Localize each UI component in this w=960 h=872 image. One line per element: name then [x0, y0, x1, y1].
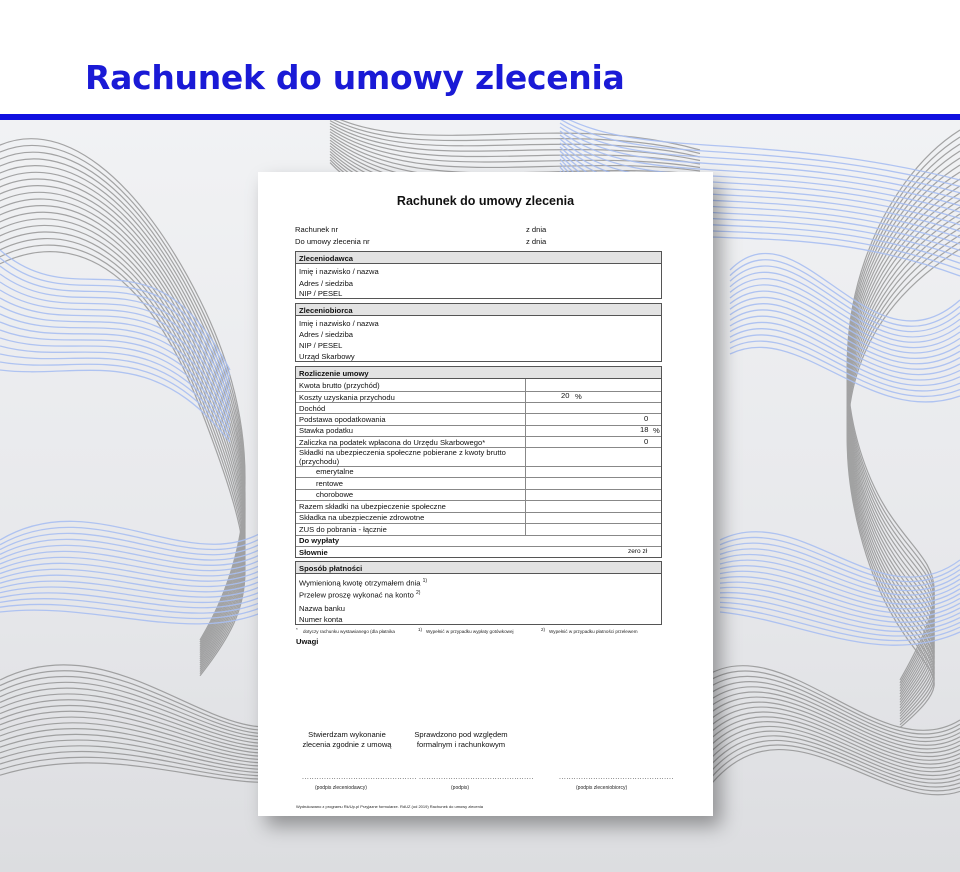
confirm-label-1: Stwierdzam wykonanie: [308, 730, 386, 739]
wave-line: [729, 321, 960, 381]
account-number-label: Numer konta: [299, 615, 343, 624]
client-signature-caption: (podpis zleceniodawcy): [315, 785, 367, 791]
contractor-nip-label: NIP / PESEL: [299, 341, 343, 350]
contractor-signature-caption: (podpis zleceniobiorcy): [576, 785, 628, 791]
footnote-3-mark: 2): [541, 627, 546, 632]
sickness-label: chorobowe: [316, 490, 354, 499]
costs-value: 20: [561, 391, 570, 400]
tax-advance-value: 0: [644, 437, 649, 446]
checked-label-2: formalnym i rachunkowym: [416, 740, 506, 749]
payment-heading: Sposób płatności: [296, 562, 661, 574]
wave-line: [729, 328, 960, 387]
wave-line: [0, 369, 231, 443]
checker-signature-caption: (podpis): [451, 785, 470, 791]
footnote-1-mark: *: [296, 627, 298, 632]
footnote-3: Wypełnić w przypadku płatności przelewem: [549, 629, 638, 634]
page-header: Rachunek do umowy zlecenia: [0, 0, 960, 114]
zus-total-label: ZUS do pobrania - łącznie: [299, 525, 387, 534]
social-contributions-label-1: Składki na ubezpieczenia społeczne pobie…: [299, 448, 506, 457]
wave-line: [699, 721, 960, 773]
client-name-label: Imię i nazwisko / nazwa: [299, 267, 379, 276]
row-divider: [296, 523, 661, 524]
client-address-label: Adres / siedziba: [299, 279, 354, 288]
in-words-label: Słownie: [299, 548, 328, 557]
tax-base-label: Podstawa opodatkowania: [299, 415, 386, 424]
wave-line: [0, 337, 231, 424]
row-divider: [296, 413, 661, 414]
client-section: Zleceniodawca Imię i nazwisko / nazwa Ad…: [295, 251, 662, 299]
footnote-2-mark: 1): [418, 627, 423, 632]
footnote-1: dotyczy rachunku wystawianego (dla płatn…: [303, 629, 395, 634]
row-divider: [296, 391, 661, 392]
document-title: Rachunek do umowy zlecenia: [396, 194, 575, 208]
wave-line: [699, 696, 960, 754]
contractor-tax-office-label: Urząd Skarbowy: [299, 352, 355, 361]
wave-line: [0, 237, 246, 672]
row-divider: [296, 402, 661, 403]
bank-name-label: Nazwa banku: [299, 604, 346, 613]
wave-line: [0, 361, 231, 438]
invoice-number-label: Rachunek nr: [295, 225, 339, 234]
row-divider: [296, 477, 661, 478]
contractor-address-label: Adres / siedziba: [299, 330, 354, 339]
wave-line: [0, 710, 301, 754]
pension-label: emerytalne: [316, 467, 354, 476]
contract-number-label: Do umowy zlecenia nr: [295, 237, 370, 246]
payment-received-label: Wymienioną kwotę otrzymałem dnia 1): [299, 578, 428, 588]
transfer-label: Przelew proszę wykonać na konto 2): [299, 590, 421, 600]
tax-advance-label: Zaliczka na podatek wpłacona do Urzędu S…: [299, 438, 486, 447]
costs-label: Koszty uzyskania przychodu: [299, 393, 395, 402]
tax-rate-unit: %: [653, 426, 660, 435]
row-divider: [296, 500, 661, 501]
settlement-heading: Rozliczenie umowy: [296, 367, 661, 379]
document-sheet: Rachunek do umowy zlecenia Rachunek nr z…: [258, 172, 713, 816]
gross-amount-label: Kwota brutto (przychód): [299, 381, 380, 390]
tax-base-value: 0: [644, 414, 649, 423]
contract-date-label: z dnia: [526, 237, 547, 246]
costs-unit: %: [575, 392, 582, 401]
wave-line: [0, 185, 246, 656]
signature-line-checker: ........................................…: [419, 774, 534, 781]
settlement-section: Rozliczenie umowy Kwota brutto (przychód…: [295, 366, 662, 558]
remarks-label: Uwagi: [296, 637, 319, 646]
wave-line: [0, 244, 246, 674]
wave-line: [329, 122, 701, 162]
row-divider: [296, 436, 661, 437]
disability-label: rentowe: [316, 479, 344, 488]
confirm-label-2: zlecenia zgodnie z umową: [302, 740, 392, 749]
in-words-value: zero zł: [628, 548, 648, 555]
contractor-name-label: Imię i nazwisko / nazwa: [299, 319, 379, 328]
payment-section: Sposób płatności Wymienioną kwotę otrzym…: [295, 561, 662, 625]
invoice-date-label: z dnia: [526, 225, 547, 234]
page-title: Rachunek do umowy zlecenia: [85, 58, 625, 97]
wave-line: [329, 134, 701, 176]
row-divider: [296, 546, 661, 547]
client-nip-label: NIP / PESEL: [299, 289, 343, 298]
footnote-2: Wypełnić w przypadku wypłaty gotówkowej: [426, 629, 514, 634]
contractor-section: Zleceniobiorca Imię i nazwisko / nazwa A…: [295, 303, 662, 362]
checked-label-1: Sprawdzono pod względem: [414, 730, 508, 739]
row-divider: [296, 535, 661, 536]
tax-rate-label: Stawka podatku: [299, 426, 354, 435]
social-contributions-label-2: (przychodu): [299, 457, 340, 466]
signature-line-client: ........................................…: [302, 774, 417, 781]
total-social-label: Razem składki na ubezpieczenie społeczne: [299, 502, 446, 511]
to-pay-label: Do wypłaty: [299, 536, 340, 545]
print-footer: Wydrukowano z programu Rk/Up.pl Przyjazn…: [296, 804, 483, 809]
wave-line: [0, 211, 246, 664]
tax-rate-value: 18: [640, 425, 649, 434]
client-heading: Zleceniodawca: [296, 252, 661, 264]
income-label: Dochód: [299, 404, 326, 413]
contractor-heading: Zleceniobiorca: [296, 304, 661, 316]
health-insurance-label: Składka na ubezpieczenie zdrowotne: [299, 513, 425, 522]
signature-line-contractor: ........................................…: [559, 774, 674, 781]
